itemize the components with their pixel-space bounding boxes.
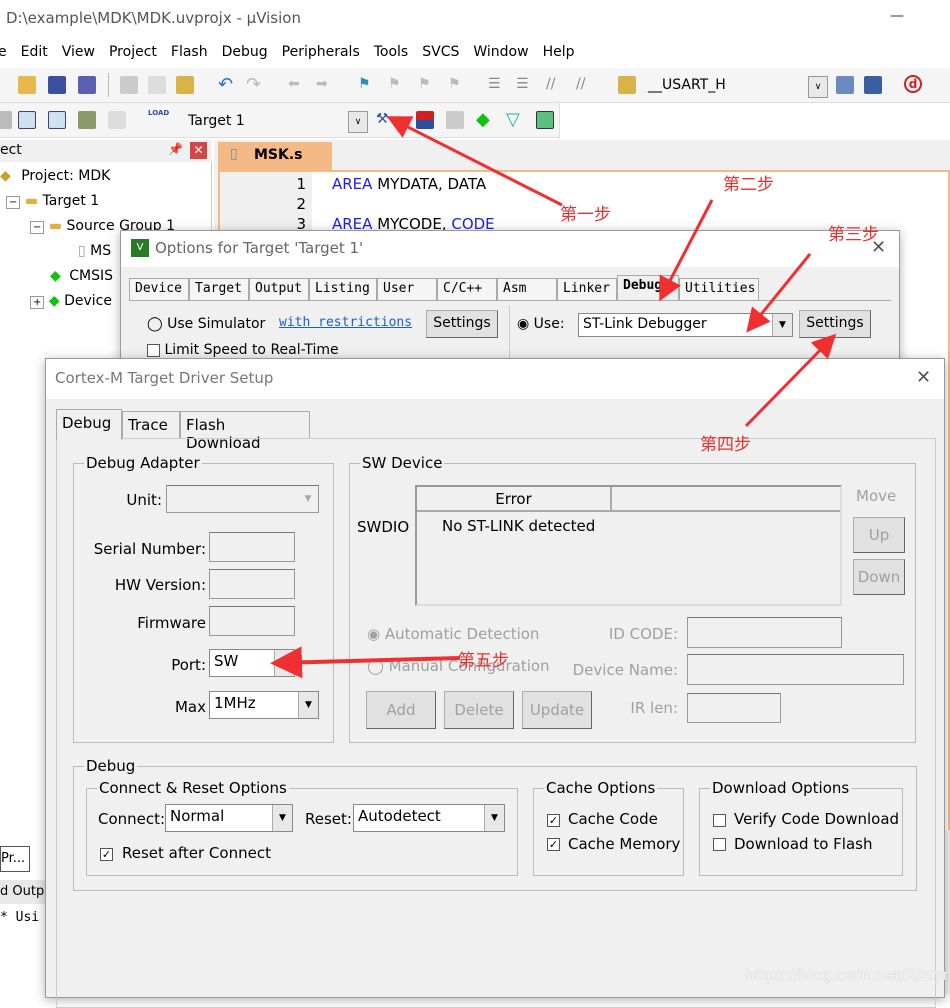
arrow-step1 <box>386 116 563 207</box>
annotation-step1: 第一步 <box>560 205 611 225</box>
arrow-step2 <box>659 199 714 302</box>
annotation-step2: 第二步 <box>723 175 774 195</box>
annotation-step5: 第五步 <box>458 651 509 671</box>
annotation-arrows <box>270 116 837 679</box>
annotation-step4: 第四步 <box>700 435 751 455</box>
arrow-step3 <box>746 253 812 333</box>
annotation-step3: 第三步 <box>828 225 879 245</box>
tab-debug[interactable]: Debug <box>56 409 122 440</box>
arrow-step4 <box>744 333 837 428</box>
arrow-step5 <box>270 646 461 679</box>
watermark: https://blog.csdn.net/XJztym <box>745 966 950 984</box>
